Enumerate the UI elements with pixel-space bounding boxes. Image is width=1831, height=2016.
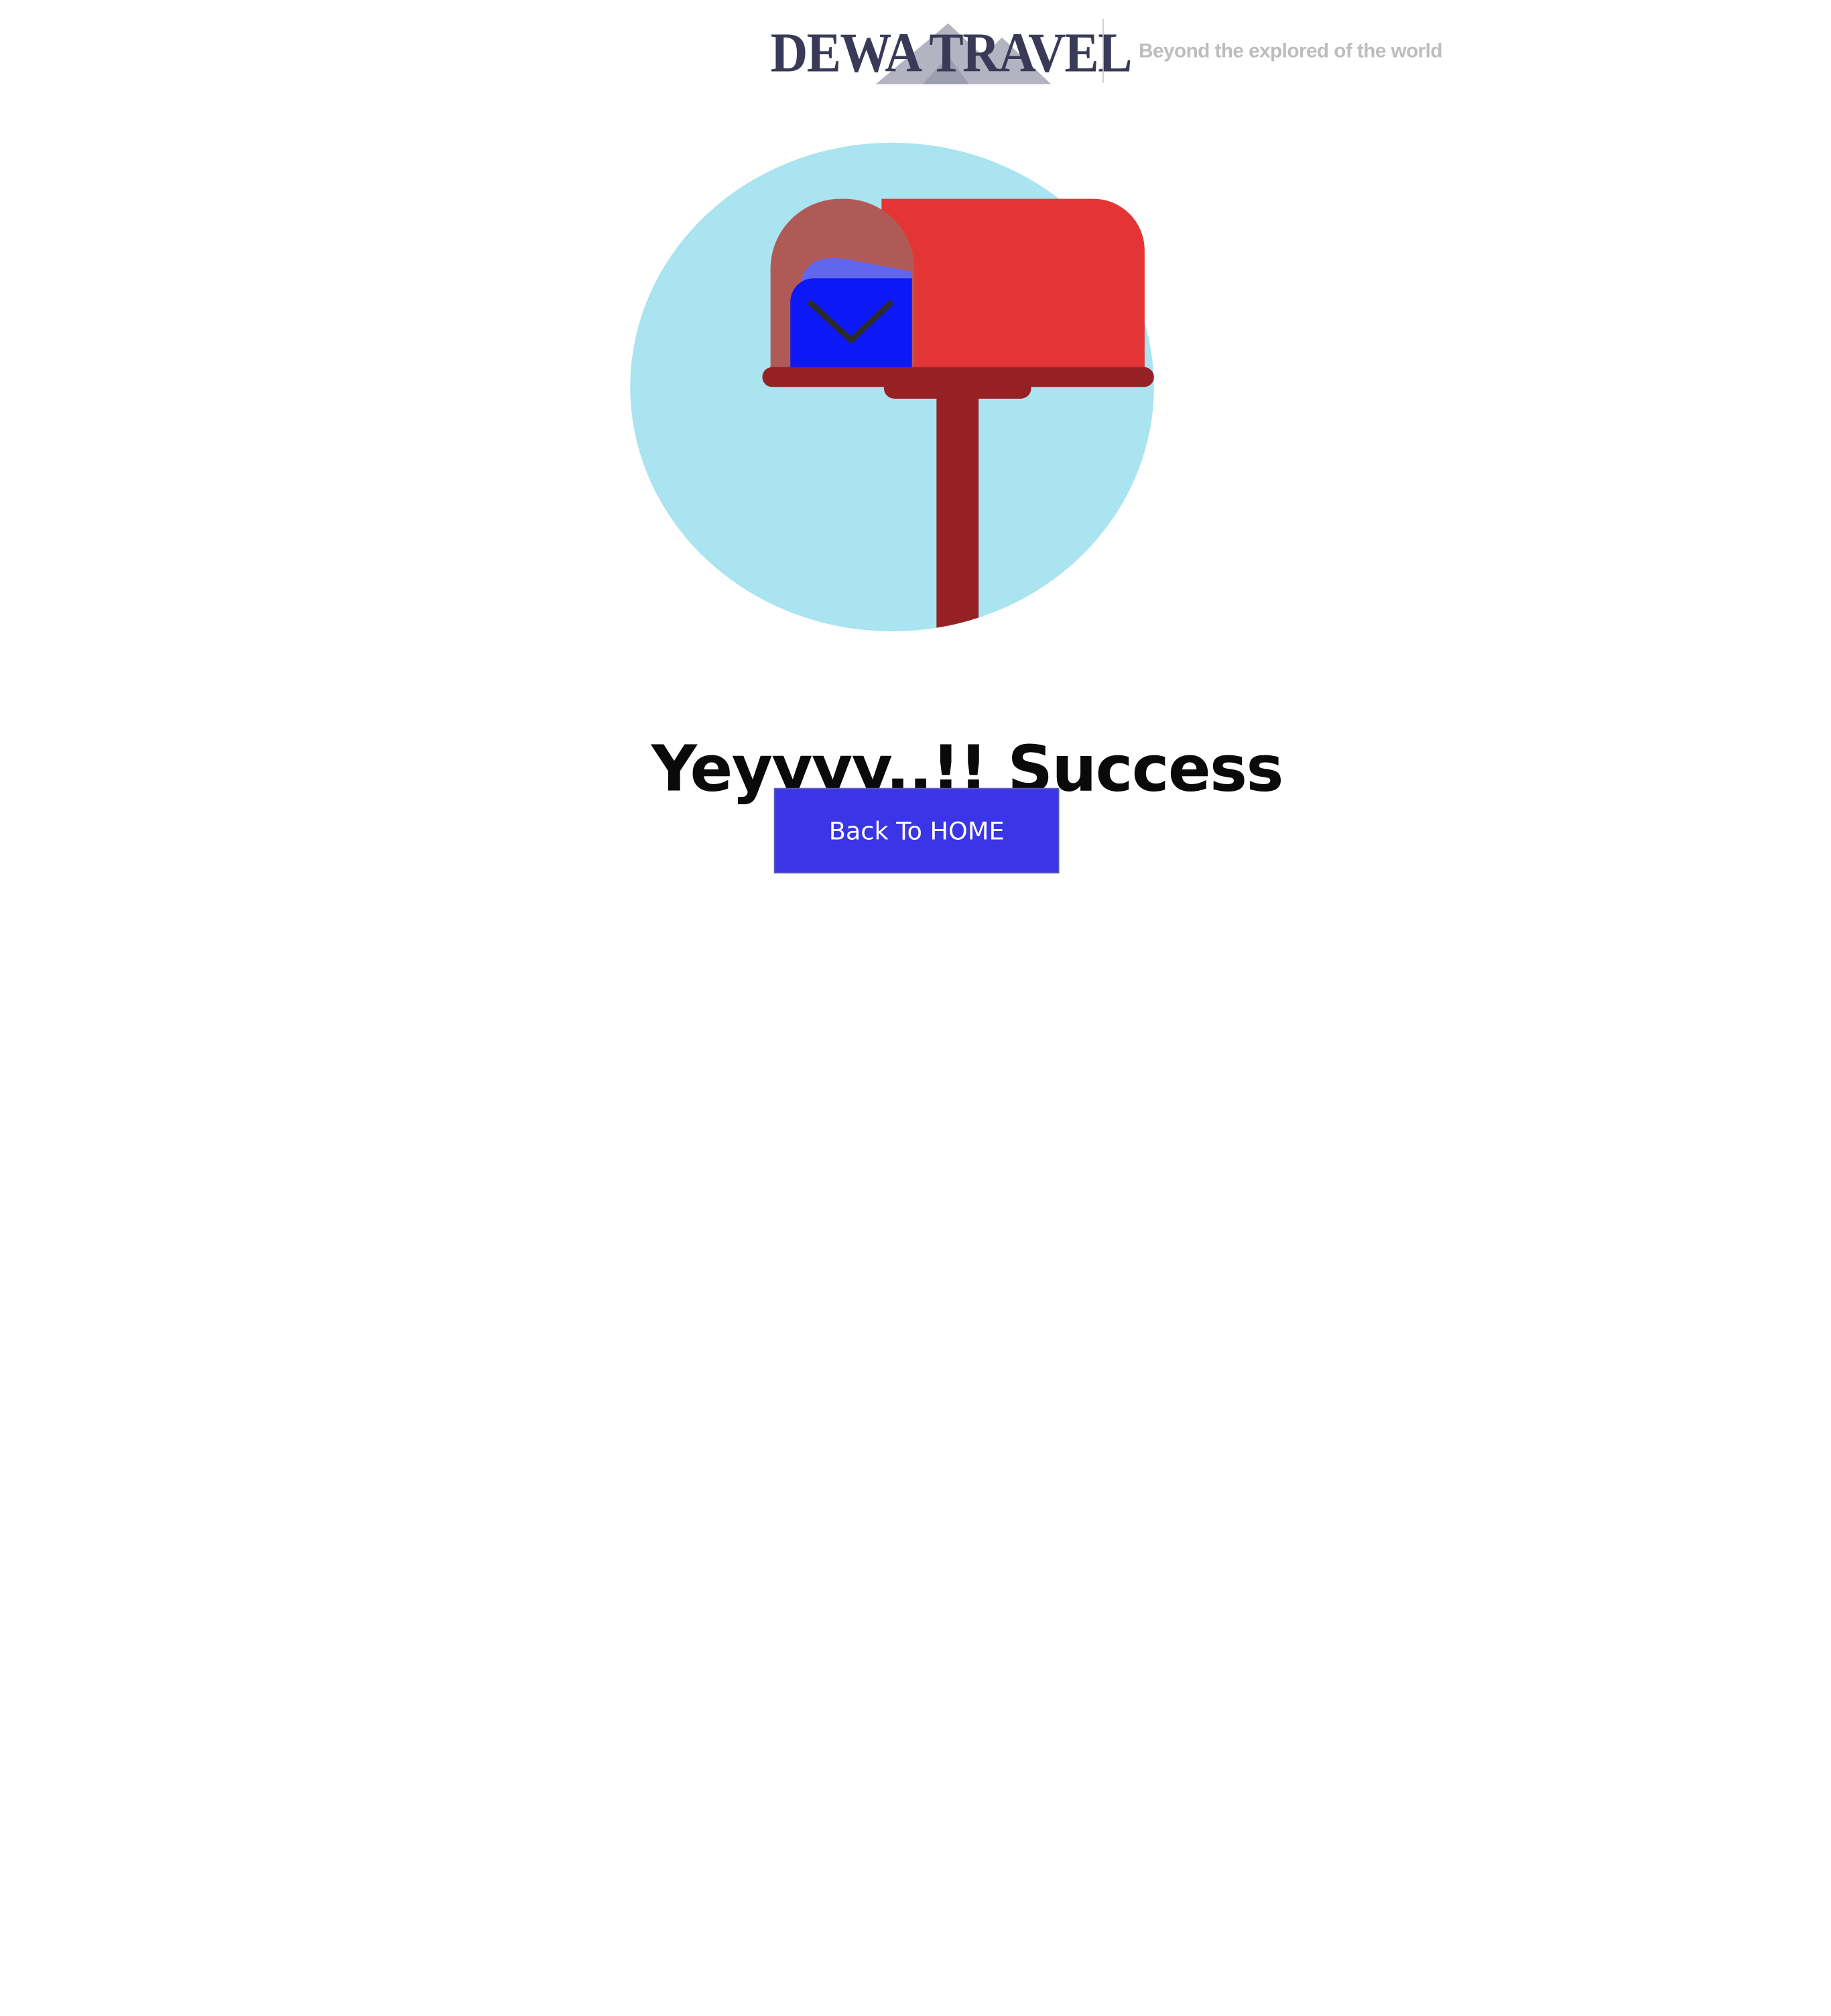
dewa-travel-logo[interactable]: DEWA TRAVEL [768, 16, 1132, 86]
mail-envelope [790, 278, 912, 375]
mailbox-post [936, 383, 979, 632]
logo-text: DEWA TRAVEL [770, 22, 1133, 84]
header-divider [1102, 18, 1104, 83]
mailbox-bracket [883, 377, 1031, 399]
tagline: Beyond the explored of the world [1139, 40, 1443, 62]
mailbox-illustration [630, 142, 1154, 632]
page: DEWA TRAVEL Beyond the explored of the w… [0, 0, 1831, 2016]
back-to-home-button[interactable]: Back To HOME [773, 788, 1060, 874]
mailbox-body [881, 198, 1145, 375]
